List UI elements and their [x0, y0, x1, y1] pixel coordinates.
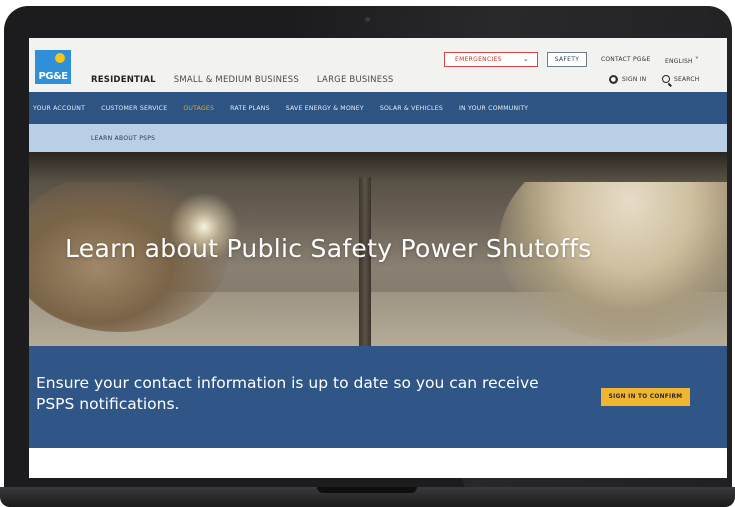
hero-table-top	[29, 152, 727, 182]
sec-nav-your-account[interactable]: YOUR ACCOUNT	[33, 105, 93, 112]
sec-nav-outages[interactable]: OUTAGES	[175, 105, 222, 112]
language-label: ENGLISH	[665, 58, 693, 65]
ter-nav-learn-about-psps[interactable]: LEARN ABOUT PSPS	[91, 135, 155, 142]
safety-button[interactable]: SAFETY	[547, 52, 587, 67]
tertiary-nav: LEARN ABOUT PSPS	[29, 124, 727, 152]
logo-sun-icon	[55, 53, 65, 63]
search-label: SEARCH	[674, 75, 700, 83]
sec-nav-customer-service[interactable]: CUSTOMER SERVICE	[93, 105, 175, 112]
webcam-icon	[365, 17, 370, 22]
sign-in-link[interactable]: ● SIGN IN	[609, 75, 646, 84]
hero-title: Learn about Public Safety Power Shutoffs	[65, 234, 592, 263]
contact-link[interactable]: CONTACT PG&E	[601, 56, 651, 63]
logo-text: PG&E	[38, 71, 68, 82]
sign-in-label: SIGN IN	[622, 76, 647, 83]
site-header: PG&E RESIDENTIAL SMALL & MEDIUM BUSINESS…	[29, 38, 727, 92]
sec-nav-in-your-community[interactable]: IN YOUR COMMUNITY	[451, 105, 536, 112]
search-link[interactable]: SEARCH	[662, 75, 699, 83]
page-content-area	[29, 448, 727, 478]
chevron-down-icon: ˅	[694, 56, 700, 65]
nav-residential[interactable]: RESIDENTIAL	[91, 75, 156, 85]
laptop-notch	[317, 487, 417, 493]
secondary-nav: YOUR ACCOUNT CUSTOMER SERVICE OUTAGES RA…	[29, 92, 727, 124]
safety-label: SAFETY	[554, 56, 580, 63]
sec-nav-solar-vehicles[interactable]: SOLAR & VEHICLES	[372, 105, 451, 112]
pge-logo[interactable]: PG&E	[35, 50, 71, 84]
language-selector[interactable]: ENGLISH ˅	[665, 56, 699, 65]
emergencies-dropdown[interactable]: EMERGENCIES ⌄	[444, 52, 538, 67]
search-icon	[662, 75, 670, 83]
emergencies-label: EMERGENCIES	[455, 56, 502, 63]
nav-small-medium-business[interactable]: SMALL & MEDIUM BUSINESS	[174, 75, 299, 85]
chevron-down-icon: ⌄	[522, 55, 529, 63]
main-nav: RESIDENTIAL SMALL & MEDIUM BUSINESS LARG…	[91, 75, 394, 85]
sign-in-to-confirm-button[interactable]: SIGN IN TO CONFIRM	[601, 388, 690, 406]
nav-large-business[interactable]: LARGE BUSINESS	[317, 75, 394, 85]
user-icon: ●	[609, 75, 618, 84]
laptop-screen: PG&E RESIDENTIAL SMALL & MEDIUM BUSINESS…	[29, 38, 727, 478]
sec-nav-save-energy[interactable]: SAVE ENERGY & MONEY	[278, 105, 372, 112]
hero-image: Learn about Public Safety Power Shutoffs	[29, 152, 727, 346]
banner-text: Ensure your contact information is up to…	[36, 374, 539, 413]
sec-nav-rate-plans[interactable]: RATE PLANS	[222, 105, 278, 112]
psps-banner: Ensure your contact information is up to…	[29, 346, 727, 448]
